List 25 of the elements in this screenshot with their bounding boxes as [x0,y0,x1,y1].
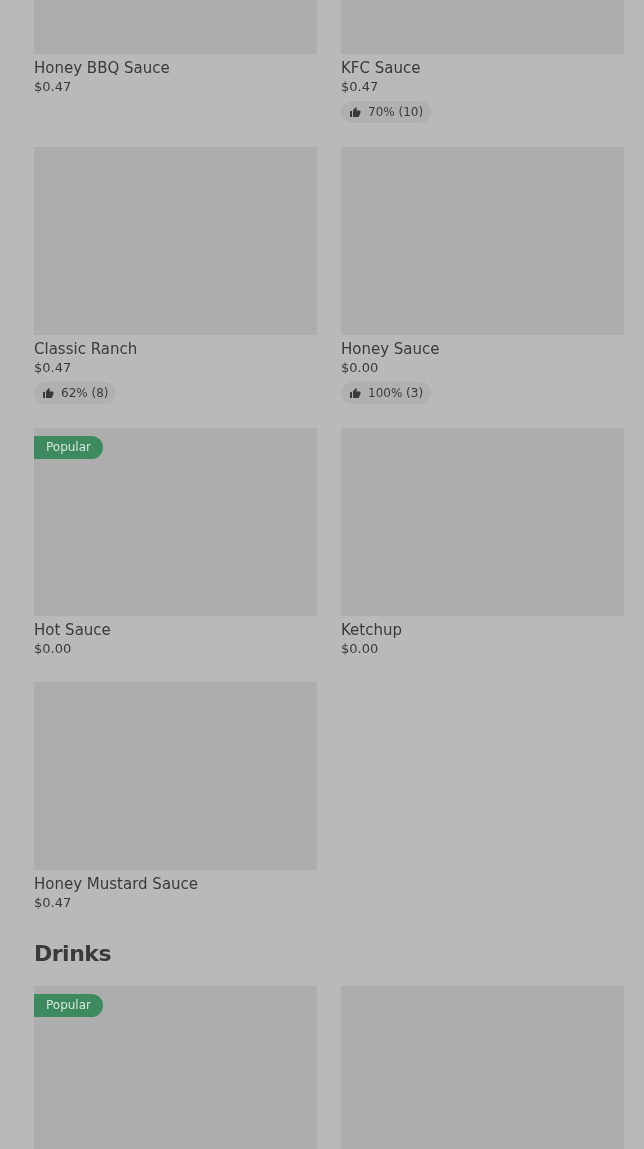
thumbs-up-icon [42,387,54,399]
rating-text: 70% (10) [368,105,424,119]
item-price: $0.00 [34,640,72,658]
thumbs-up-icon [349,387,361,399]
product-image[interactable]: Popular [34,986,317,1149]
item-price: $0.00 [341,359,379,377]
item-name: KFC Sauce [341,58,421,78]
popular-badge: Popular [34,994,103,1017]
item-name: Honey BBQ Sauce [34,58,170,78]
item-name: Ketchup [341,620,402,640]
thumbs-up-icon [349,106,361,118]
item-price: $0.00 [341,640,379,658]
item-price: $0.47 [341,78,379,96]
popular-badge: Popular [34,436,103,459]
rating-text: 100% (3) [368,386,424,400]
item-price: $0.47 [34,359,72,377]
product-image[interactable]: Popular [34,428,317,616]
item-price: $0.47 [34,78,72,96]
item-name: Classic Ranch [34,339,138,359]
section-heading: Drinks [34,940,113,968]
rating-text: 62% (8) [61,386,109,400]
item-name: Honey Mustard Sauce [34,874,199,894]
item-name: Hot Sauce [34,620,111,640]
item-name: Honey Sauce [341,339,440,359]
item-price: $0.47 [34,894,72,912]
